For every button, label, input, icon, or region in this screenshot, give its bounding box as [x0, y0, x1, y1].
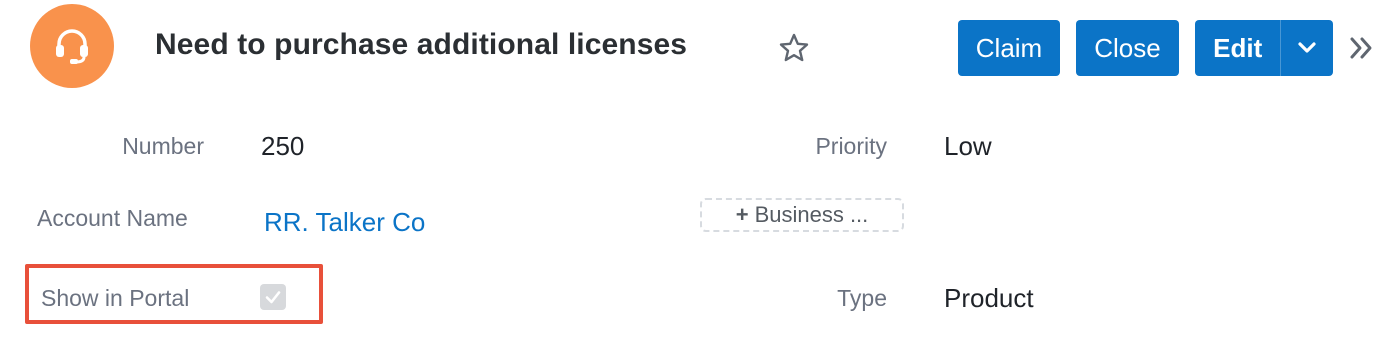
close-button[interactable]: Close	[1076, 20, 1179, 76]
edit-button-group: Edit	[1195, 20, 1333, 76]
headset-icon	[56, 29, 88, 64]
edit-button[interactable]: Edit	[1195, 20, 1280, 76]
account-name-link[interactable]: RR. Talker Co	[264, 207, 425, 238]
priority-value[interactable]: Low	[944, 131, 992, 162]
actions-dropdown-button[interactable]	[1280, 20, 1333, 76]
plus-icon: +	[735, 202, 749, 227]
claim-button[interactable]: Claim	[958, 20, 1060, 76]
show-in-portal-checkbox[interactable]	[260, 284, 286, 310]
favorite-star-icon[interactable]	[778, 32, 810, 64]
chevron-down-icon	[1298, 42, 1316, 53]
type-value[interactable]: Product	[944, 283, 1034, 314]
priority-label: Priority	[815, 133, 887, 159]
checkmark-icon	[265, 291, 281, 304]
show-in-portal-label: Show in Portal	[41, 285, 190, 311]
business-label: Business ...	[754, 202, 869, 227]
number-value: 250	[261, 131, 305, 161]
case-avatar	[30, 4, 114, 88]
add-business-field-button[interactable]: + Business ...	[700, 198, 904, 232]
page-title: Need to purchase additional licenses	[155, 28, 688, 61]
type-label: Type	[837, 285, 887, 311]
double-chevron-right-icon[interactable]	[1344, 31, 1378, 65]
number-label: Number	[122, 133, 204, 159]
account-name-label: Account Name	[37, 205, 188, 231]
